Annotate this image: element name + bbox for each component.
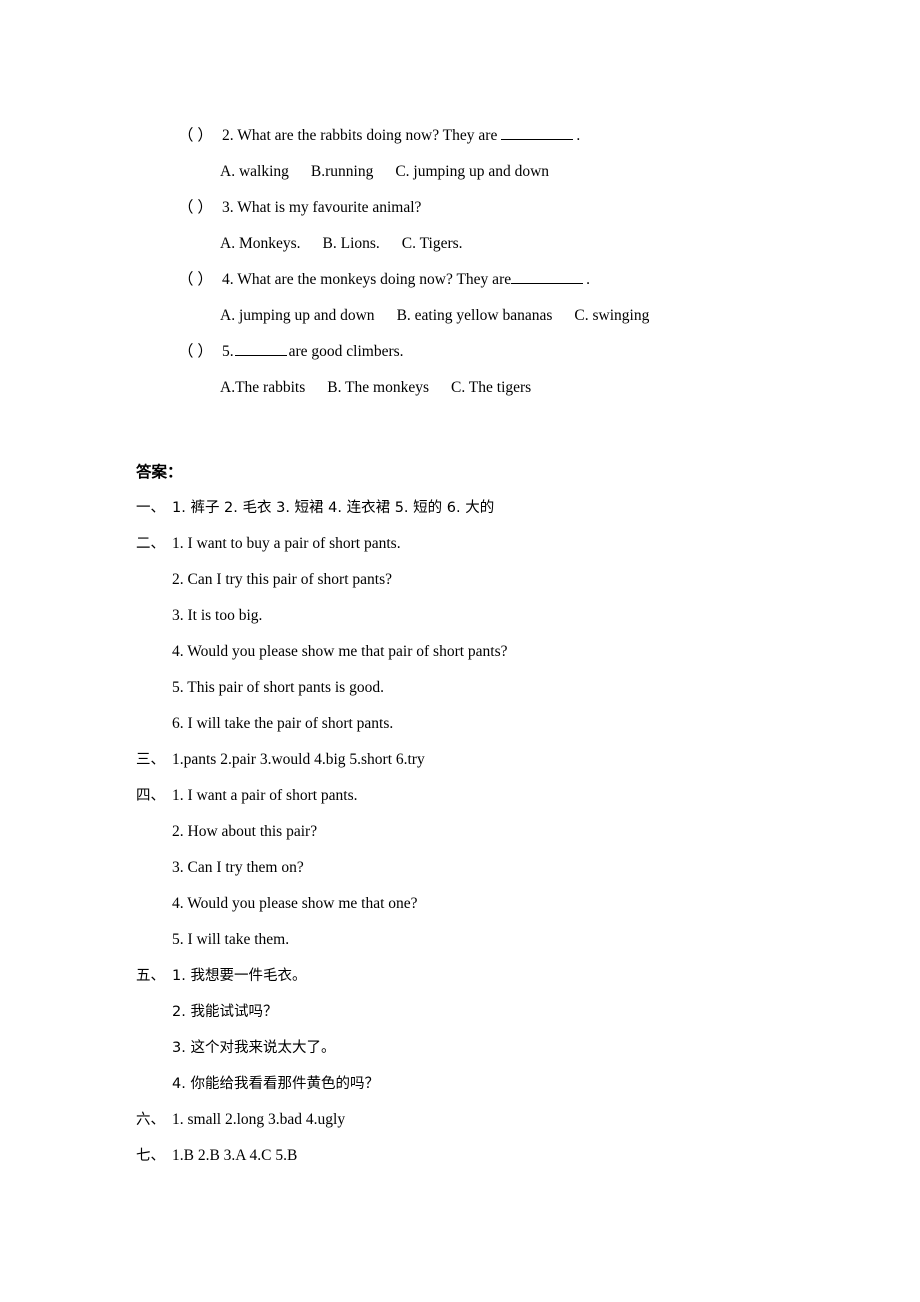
answer-line: 五、 1. 我想要一件毛衣。 xyxy=(60,958,860,994)
answer-text: 4. Would you please show me that one? xyxy=(172,895,418,912)
question-punctuation: . xyxy=(576,127,581,144)
option-c[interactable]: C. swinging xyxy=(574,298,649,334)
section-marker: 三、 xyxy=(136,752,165,768)
answer-line: 四、 1. I want a pair of short pants. xyxy=(60,778,860,814)
question-stem: 4. What are the monkeys doing now? They … xyxy=(222,271,512,288)
answer-bracket[interactable]: （ ） xyxy=(60,262,218,298)
section-marker: 七、 xyxy=(136,1148,165,1164)
answer-text: 6. I will take the pair of short pants. xyxy=(172,715,394,732)
answer-text: 1.pants 2.pair 3.would 4.big 5.short 6.t… xyxy=(172,751,425,768)
option-c[interactable]: C. jumping up and down xyxy=(395,154,549,190)
section-marker: 二、 xyxy=(136,536,165,552)
option-b[interactable]: B.running xyxy=(311,154,373,190)
question-row: （ ） 3. What is my favourite animal? xyxy=(60,190,860,226)
option-a[interactable]: A. Monkeys. xyxy=(220,226,301,262)
answer-line: 4. Would you please show me that pair of… xyxy=(60,634,860,670)
option-c[interactable]: C. Tigers. xyxy=(402,226,463,262)
question-options: A. Monkeys. B. Lions. C. Tigers. xyxy=(60,226,860,262)
answer-text: 1. I want to buy a pair of short pants. xyxy=(172,535,401,552)
answer-text: 1. I want a pair of short pants. xyxy=(172,787,358,804)
answer-line: 5. This pair of short pants is good. xyxy=(60,670,860,706)
option-a[interactable]: A. walking xyxy=(220,154,289,190)
answer-bracket[interactable]: （ ） xyxy=(60,334,218,370)
question-options: A. walking B.running C. jumping up and dow… xyxy=(60,154,860,190)
question-text: 2. What are the rabbits doing now? They … xyxy=(218,118,580,154)
section-marker: 四、 xyxy=(136,788,165,804)
answer-blank[interactable] xyxy=(234,342,287,356)
question-row: （ ） 5. are good climbers. xyxy=(60,334,860,370)
answer-line: 3. 这个对我来说太大了。 xyxy=(60,1030,860,1066)
question-stem: 2. What are the rabbits doing now? They … xyxy=(222,127,498,144)
answer-line: 2. 我能试试吗？ xyxy=(60,994,860,1030)
answer-text: 2. Can I try this pair of short pants? xyxy=(172,571,392,588)
answer-line: 三、 1.pants 2.pair 3.would 4.big 5.short … xyxy=(60,742,860,778)
question-number: 5. xyxy=(222,343,234,360)
answer-line: 一、 1. 裤子 2. 毛衣 3. 短裙 4. 连衣裙 5. 短的 6. 大的 xyxy=(60,490,860,526)
answer-text: 3. It is too big. xyxy=(172,607,263,624)
option-b[interactable]: B. The monkeys xyxy=(327,370,429,406)
option-c[interactable]: C. The tigers xyxy=(451,370,531,406)
option-b[interactable]: B. eating yellow bananas xyxy=(397,298,553,334)
answer-line: 2. How about this pair? xyxy=(60,814,860,850)
answer-text: 5. I will take them. xyxy=(172,931,290,948)
answer-text: 1.B 2.B 3.A 4.C 5.B xyxy=(172,1147,298,1164)
option-b[interactable]: B. Lions. xyxy=(323,226,380,262)
section-marker: 五、 xyxy=(136,968,165,984)
answers-section: 答案： 一、 1. 裤子 2. 毛衣 3. 短裙 4. 连衣裙 5. 短的 6.… xyxy=(60,454,860,1174)
question-options: A. jumping up and down B. eating yellow b… xyxy=(60,298,860,334)
multiple-choice-block: （ ） 2. What are the rabbits doing now? T… xyxy=(60,118,860,406)
section-marker: 一、 xyxy=(136,500,165,516)
question-stem: are good climbers. xyxy=(288,343,404,360)
question-punctuation: . xyxy=(586,271,590,288)
question-text: 5. are good climbers. xyxy=(218,334,404,370)
answer-blank[interactable] xyxy=(501,126,574,140)
answer-text: 1. 我想要一件毛衣。 xyxy=(172,968,307,984)
answer-text: 1. 裤子 2. 毛衣 3. 短裙 4. 连衣裙 5. 短的 6. 大的 xyxy=(172,500,495,516)
option-a[interactable]: A. jumping up and down xyxy=(220,298,375,334)
question-row: （ ） 4. What are the monkeys doing now? T… xyxy=(60,262,860,298)
document-page: （ ） 2. What are the rabbits doing now? T… xyxy=(0,0,920,1302)
question-text: 3. What is my favourite animal? xyxy=(222,199,422,216)
answer-text: 2. How about this pair? xyxy=(172,823,318,840)
answer-blank[interactable] xyxy=(511,270,584,284)
option-a[interactable]: A.The rabbits xyxy=(220,370,305,406)
answer-text: 1. small 2.long 3.bad 4.ugly xyxy=(172,1111,346,1128)
answer-bracket[interactable]: （ ） xyxy=(60,118,218,154)
answer-line: 3. It is too big. xyxy=(60,598,860,634)
answer-text: 4. Would you please show me that pair of… xyxy=(172,643,508,660)
answer-text: 3. Can I try them on? xyxy=(172,859,304,876)
answer-line: 4. 你能给我看看那件黄色的吗？ xyxy=(60,1066,860,1102)
answer-line: 6. I will take the pair of short pants. xyxy=(60,706,860,742)
answer-bracket[interactable]: （ ） xyxy=(60,190,218,226)
answers-heading: 答案： xyxy=(136,463,183,481)
question-text: 4. What are the monkeys doing now? They … xyxy=(218,262,590,298)
answer-text: 4. 你能给我看看那件黄色的吗？ xyxy=(172,1076,379,1092)
answer-line: 二、 1. I want to buy a pair of short pant… xyxy=(60,526,860,562)
question-options: A.The rabbits B. The monkeys C. The tigers xyxy=(60,370,860,406)
answer-line: 5. I will take them. xyxy=(60,922,860,958)
answer-line: 3. Can I try them on? xyxy=(60,850,860,886)
answer-text: 3. 这个对我来说太大了。 xyxy=(172,1040,336,1056)
question-row: （ ） 2. What are the rabbits doing now? T… xyxy=(60,118,860,154)
answer-text: 2. 我能试试吗？ xyxy=(172,1004,278,1020)
answer-line: 七、 1.B 2.B 3.A 4.C 5.B xyxy=(60,1138,860,1174)
section-marker: 六、 xyxy=(136,1112,165,1128)
answer-line: 2. Can I try this pair of short pants? xyxy=(60,562,860,598)
answer-line: 六、 1. small 2.long 3.bad 4.ugly xyxy=(60,1102,860,1138)
answer-line: 4. Would you please show me that one? xyxy=(60,886,860,922)
answer-text: 5. This pair of short pants is good. xyxy=(172,679,384,696)
